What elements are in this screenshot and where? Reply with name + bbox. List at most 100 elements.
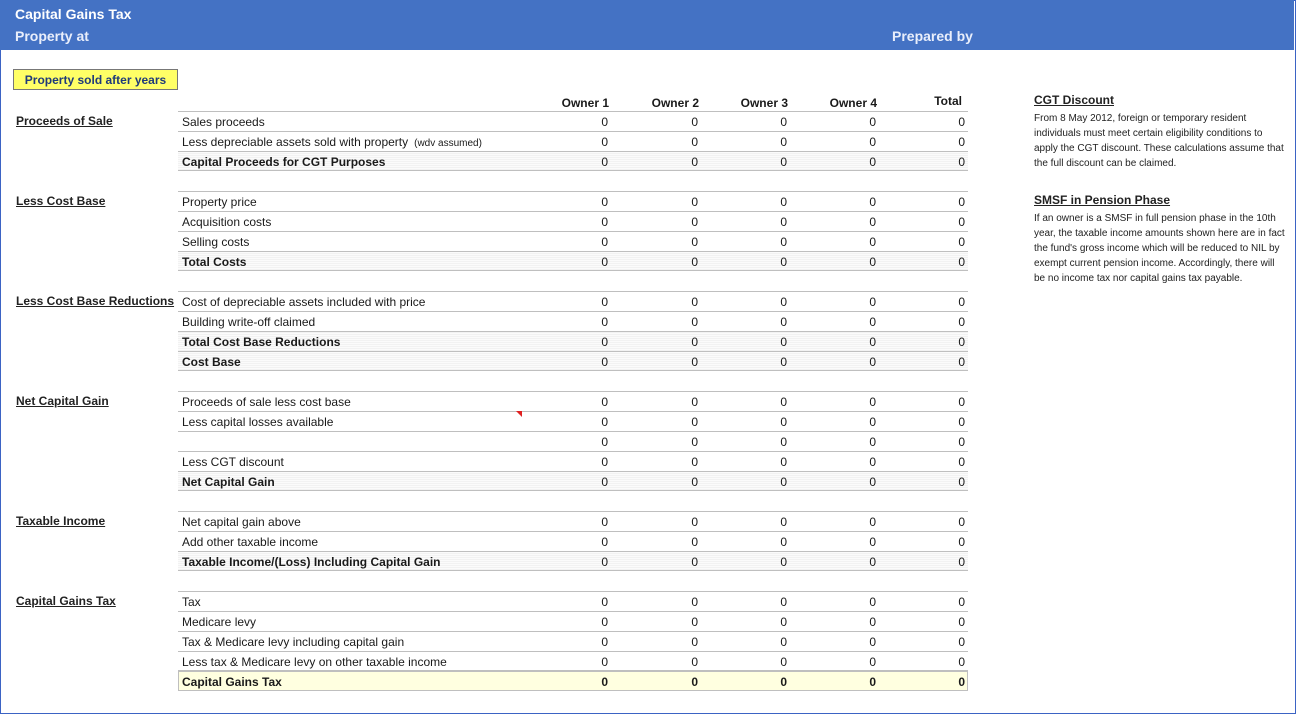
cell-owner-1[interactable]: 0 [568, 595, 608, 609]
cell-total[interactable]: 0 [925, 235, 965, 249]
cell-owner-4[interactable]: 0 [836, 115, 876, 129]
cell-owner-4[interactable]: 0 [836, 415, 876, 429]
cell-owner-4[interactable]: 0 [836, 235, 876, 249]
cell-owner-4[interactable]: 0 [836, 215, 876, 229]
cell-total[interactable]: 0 [925, 615, 965, 629]
cell-owner-3[interactable]: 0 [747, 235, 787, 249]
cell-owner-1[interactable]: 0 [568, 435, 608, 449]
cell-owner-4[interactable]: 0 [836, 435, 876, 449]
cell-owner-3[interactable]: 0 [747, 515, 787, 529]
cell-owner-2[interactable]: 0 [658, 635, 698, 649]
cell-total[interactable]: 0 [925, 195, 965, 209]
cell-owner-1[interactable]: 0 [568, 475, 608, 489]
cell-owner-2[interactable]: 0 [658, 295, 698, 309]
cell-total[interactable]: 0 [925, 115, 965, 129]
cell-owner-1[interactable]: 0 [568, 315, 608, 329]
cell-owner-1[interactable]: 0 [568, 215, 608, 229]
cell-owner-3[interactable]: 0 [747, 435, 787, 449]
cell-owner-3[interactable]: 0 [747, 155, 787, 169]
cell-owner-3[interactable]: 0 [747, 675, 787, 689]
cell-owner-2[interactable]: 0 [658, 535, 698, 549]
cell-owner-3[interactable]: 0 [747, 215, 787, 229]
cell-owner-3[interactable]: 0 [747, 595, 787, 609]
cell-total[interactable]: 0 [925, 315, 965, 329]
cell-total[interactable]: 0 [925, 455, 965, 469]
cell-owner-2[interactable]: 0 [658, 555, 698, 569]
cell-total[interactable]: 0 [925, 155, 965, 169]
cell-owner-1[interactable]: 0 [568, 255, 608, 269]
cell-owner-3[interactable]: 0 [747, 335, 787, 349]
cell-owner-2[interactable]: 0 [658, 435, 698, 449]
cell-owner-4[interactable]: 0 [836, 355, 876, 369]
cell-owner-1[interactable]: 0 [568, 235, 608, 249]
cell-total[interactable]: 0 [925, 535, 965, 549]
cell-owner-2[interactable]: 0 [658, 595, 698, 609]
cell-total[interactable]: 0 [925, 215, 965, 229]
cell-owner-2[interactable]: 0 [658, 655, 698, 669]
cell-owner-1[interactable]: 0 [568, 515, 608, 529]
cell-owner-4[interactable]: 0 [836, 255, 876, 269]
cell-owner-2[interactable]: 0 [658, 455, 698, 469]
cell-total[interactable]: 0 [925, 515, 965, 529]
cell-owner-4[interactable]: 0 [836, 135, 876, 149]
cell-owner-2[interactable]: 0 [658, 335, 698, 349]
cell-owner-4[interactable]: 0 [836, 315, 876, 329]
cell-owner-4[interactable]: 0 [836, 635, 876, 649]
cell-total[interactable]: 0 [925, 655, 965, 669]
cell-owner-2[interactable]: 0 [658, 155, 698, 169]
cell-owner-1[interactable]: 0 [568, 195, 608, 209]
cell-owner-2[interactable]: 0 [658, 215, 698, 229]
cell-total[interactable]: 0 [925, 635, 965, 649]
property-sold-banner[interactable]: Property sold after years [13, 69, 178, 90]
cell-owner-3[interactable]: 0 [747, 135, 787, 149]
cell-owner-3[interactable]: 0 [747, 355, 787, 369]
cell-total[interactable]: 0 [925, 595, 965, 609]
cell-owner-2[interactable]: 0 [658, 355, 698, 369]
cell-owner-1[interactable]: 0 [568, 335, 608, 349]
cell-owner-3[interactable]: 0 [747, 635, 787, 649]
cell-owner-3[interactable]: 0 [747, 555, 787, 569]
cell-owner-4[interactable]: 0 [836, 155, 876, 169]
cell-owner-4[interactable]: 0 [836, 475, 876, 489]
cell-owner-1[interactable]: 0 [568, 555, 608, 569]
cell-owner-2[interactable]: 0 [658, 475, 698, 489]
cell-owner-1[interactable]: 0 [568, 395, 608, 409]
cell-owner-3[interactable]: 0 [747, 455, 787, 469]
cell-owner-4[interactable]: 0 [836, 195, 876, 209]
cell-owner-2[interactable]: 0 [658, 135, 698, 149]
cell-owner-1[interactable]: 0 [568, 355, 608, 369]
cell-owner-1[interactable]: 0 [568, 135, 608, 149]
cell-owner-1[interactable]: 0 [568, 115, 608, 129]
cell-owner-3[interactable]: 0 [747, 315, 787, 329]
cell-owner-4[interactable]: 0 [836, 535, 876, 549]
cell-owner-1[interactable]: 0 [568, 655, 608, 669]
cell-owner-1[interactable]: 0 [568, 615, 608, 629]
cell-total[interactable]: 0 [925, 475, 965, 489]
cell-owner-4[interactable]: 0 [836, 595, 876, 609]
cell-owner-1[interactable]: 0 [568, 635, 608, 649]
cell-owner-3[interactable]: 0 [747, 115, 787, 129]
cell-total[interactable]: 0 [925, 335, 965, 349]
cell-owner-2[interactable]: 0 [658, 615, 698, 629]
cell-owner-3[interactable]: 0 [747, 295, 787, 309]
cell-owner-1[interactable]: 0 [568, 415, 608, 429]
cell-owner-1[interactable]: 0 [568, 675, 608, 689]
cell-owner-3[interactable]: 0 [747, 475, 787, 489]
comment-indicator-icon[interactable] [516, 411, 522, 417]
cell-owner-2[interactable]: 0 [658, 195, 698, 209]
cell-owner-4[interactable]: 0 [836, 455, 876, 469]
cell-owner-2[interactable]: 0 [658, 415, 698, 429]
cell-owner-4[interactable]: 0 [836, 555, 876, 569]
cell-owner-2[interactable]: 0 [658, 255, 698, 269]
cell-total[interactable]: 0 [925, 395, 965, 409]
cell-owner-2[interactable]: 0 [658, 515, 698, 529]
cell-owner-4[interactable]: 0 [836, 395, 876, 409]
cell-total[interactable]: 0 [925, 295, 965, 309]
cell-owner-1[interactable]: 0 [568, 455, 608, 469]
cell-total[interactable]: 0 [925, 135, 965, 149]
cell-owner-3[interactable]: 0 [747, 535, 787, 549]
cell-total[interactable]: 0 [925, 415, 965, 429]
cell-owner-4[interactable]: 0 [836, 335, 876, 349]
cell-owner-3[interactable]: 0 [747, 255, 787, 269]
cell-owner-3[interactable]: 0 [747, 615, 787, 629]
